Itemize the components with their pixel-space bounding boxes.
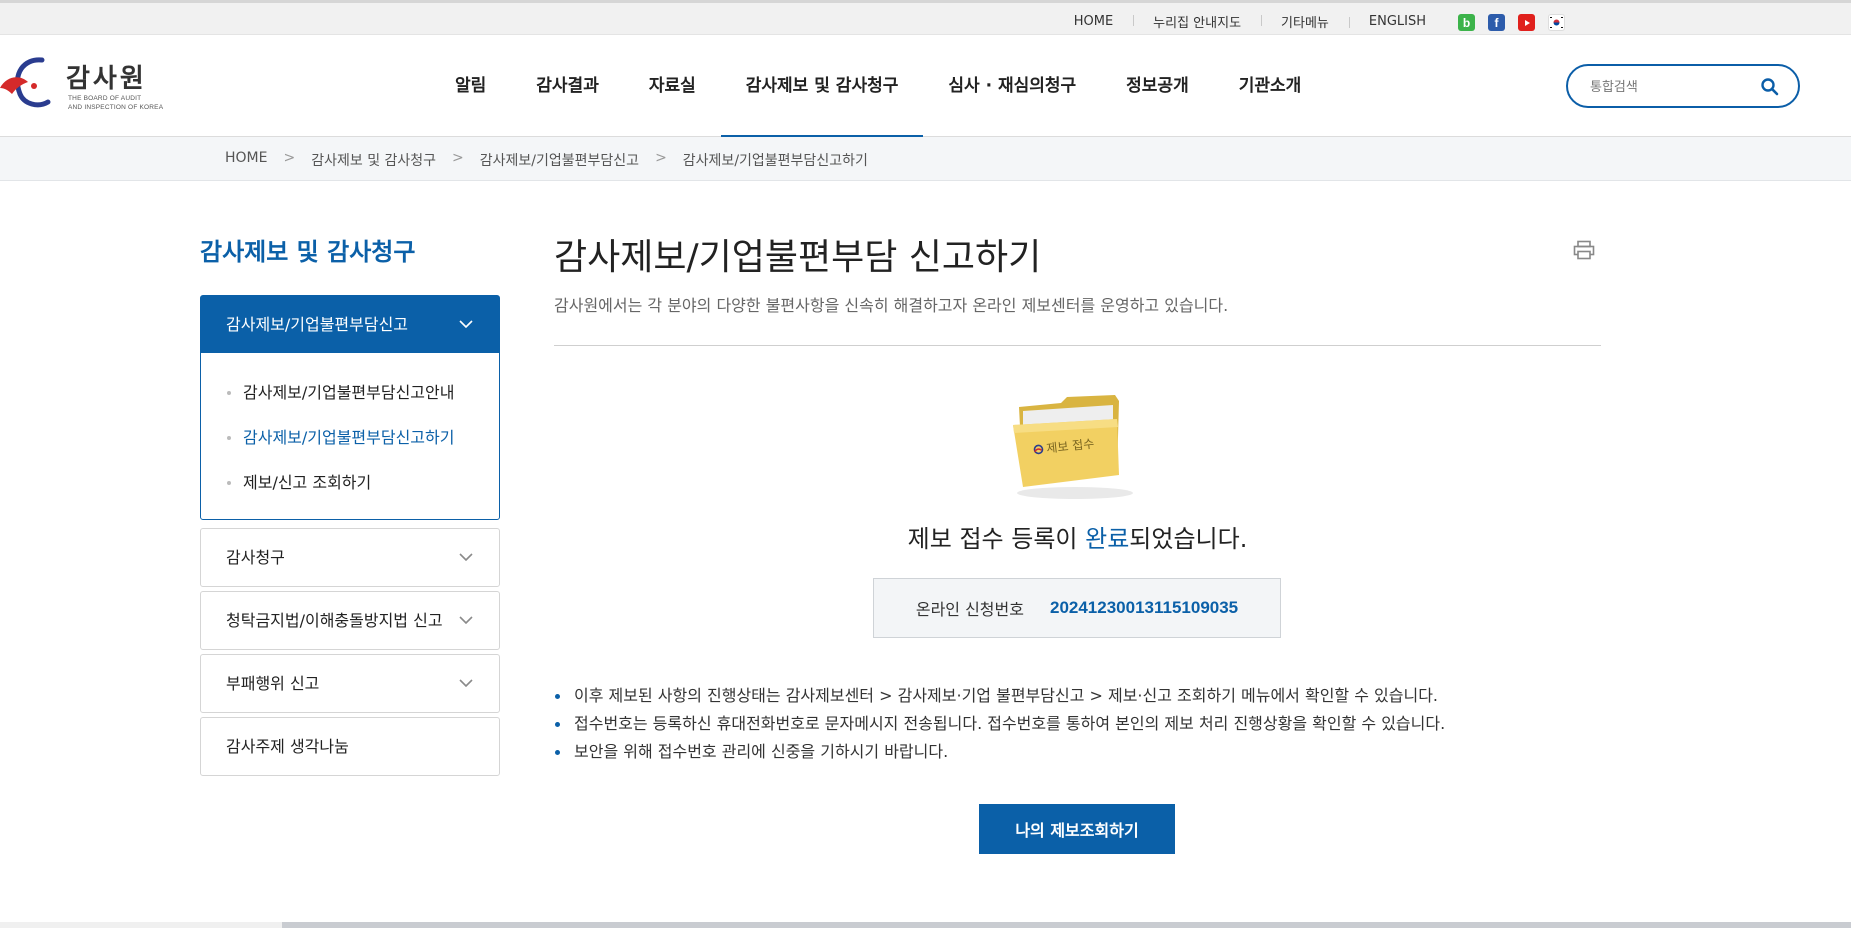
util-link-home[interactable]: HOME: [1054, 14, 1133, 29]
nav-archive[interactable]: 자료실: [624, 35, 721, 137]
utility-bar: HOME 누리집 안내지도 기타메뉴 ENGLISH b f: [0, 0, 1851, 35]
lnb-group-label: 부패행위 신고: [226, 674, 320, 693]
chevron-down-icon: [459, 553, 473, 561]
facebook-icon[interactable]: f: [1488, 14, 1505, 31]
lnb-group-ideas[interactable]: 감사주제 생각나눔: [200, 717, 500, 776]
breadcrumb-level-1[interactable]: 감사제보 및 감사청구: [311, 150, 436, 170]
my-report-lookup-button[interactable]: 나의 제보조회하기: [979, 804, 1175, 854]
breadcrumb: HOME > 감사제보 및 감사청구 > 감사제보/기업불편부담신고 > 감사제…: [225, 150, 868, 170]
list-item: 접수번호는 등록하신 휴대전화번호로 문자메시지 전송됩니다. 접수번호를 통하…: [554, 710, 1445, 738]
completion-highlight: 완료: [1085, 525, 1130, 553]
logo-emblem-icon: [0, 57, 51, 108]
utility-links: HOME 누리집 안내지도 기타메뉴 ENGLISH: [1054, 12, 1446, 31]
logo[interactable]: 감사원 THE BOARD OF AUDIT AND INSPECTION OF…: [0, 57, 170, 117]
band-icon[interactable]: b: [1458, 14, 1475, 31]
lnb-group-corruption[interactable]: 부패행위 신고: [200, 654, 500, 713]
util-link-sitemap[interactable]: 누리집 안내지도: [1133, 12, 1261, 31]
lnb-group-header: 부패행위 신고: [201, 655, 499, 712]
lnb-group-audit-request[interactable]: 감사청구: [200, 528, 500, 587]
print-icon[interactable]: [1573, 240, 1595, 260]
nav-disclosure[interactable]: 정보공개: [1101, 35, 1214, 137]
folder-icon: 제보 접수: [1013, 395, 1133, 499]
nav-report-request[interactable]: 감사제보 및 감사청구: [720, 35, 924, 137]
page-description: 감사원에서는 각 분야의 다양한 불편사항을 신속히 해결하고자 온라인 제보센…: [554, 296, 1229, 315]
util-link-english[interactable]: ENGLISH: [1348, 14, 1446, 29]
notice-list: 이후 제보된 사항의 진행상태는 감사제보센터 > 감사제보·기업 불편부담신고…: [554, 682, 1445, 766]
logo-subtitle: THE BOARD OF AUDIT AND INSPECTION OF KOR…: [68, 95, 164, 111]
application-number-value: 20241230013115109035: [1049, 598, 1239, 617]
lnb-title: 감사제보 및 감사청구: [200, 238, 416, 266]
lnb-group-header: 청탁금지법/이해충돌방지법 신고: [201, 592, 499, 649]
lnb-subitem-guide[interactable]: 감사제보/기업불편부담신고안내: [201, 370, 499, 415]
list-item: 이후 제보된 사항의 진행상태는 감사제보센터 > 감사제보·기업 불편부담신고…: [554, 682, 1445, 710]
search-icon[interactable]: [1760, 77, 1780, 97]
lnb-subitem-report[interactable]: 감사제보/기업불편부담신고하기: [201, 415, 499, 460]
lnb-submenu: 감사제보/기업불편부담신고안내 감사제보/기업불편부담신고하기 제보/신고 조회…: [201, 353, 499, 519]
lnb-group-report: 감사제보/기업불편부담신고 감사제보/기업불편부담신고안내 감사제보/기업불편부…: [200, 295, 500, 520]
breadcrumb-separator: >: [283, 150, 296, 166]
chevron-down-icon: [459, 616, 473, 624]
completion-message: 제보 접수 등록이 완료되었습니다.: [907, 525, 1248, 553]
breadcrumb-bar: HOME > 감사제보 및 감사청구 > 감사제보/기업불편부담신고 > 감사제…: [0, 137, 1851, 181]
util-link-other-menu[interactable]: 기타메뉴: [1261, 12, 1349, 31]
nav-notice[interactable]: 알림: [430, 35, 511, 137]
lnb-subitem-lookup[interactable]: 제보/신고 조회하기: [201, 460, 499, 505]
breadcrumb-separator: >: [655, 150, 667, 166]
chevron-down-icon: [459, 679, 473, 687]
breadcrumb-current[interactable]: 감사제보/기업불편부담신고하기: [683, 150, 868, 170]
lnb-group-header: 감사청구: [201, 529, 499, 586]
lnb-group-label: 감사주제 생각나눔: [226, 737, 349, 756]
scrollbar-thumb[interactable]: [282, 922, 1851, 928]
lnb-group-report-header[interactable]: 감사제보/기업불편부담신고: [201, 296, 499, 353]
breadcrumb-separator: >: [452, 150, 464, 166]
nav-review[interactable]: 심사 · 재심의청구: [923, 35, 1101, 137]
breadcrumb-level-2[interactable]: 감사제보/기업불편부담신고: [480, 150, 639, 170]
lnb-group-label: 감사제보/기업불편부담신고: [226, 315, 409, 334]
list-item: 보안을 위해 접수번호 관리에 신중을 기하시기 바랍니다.: [554, 738, 1445, 766]
search-box: [1566, 64, 1800, 108]
lnb-group-label: 청탁금지법/이해충돌방지법 신고: [226, 611, 443, 630]
korea-flag-icon[interactable]: [1548, 14, 1565, 31]
lnb-group-antigraft[interactable]: 청탁금지법/이해충돌방지법 신고: [200, 591, 500, 650]
application-number-box: 온라인 신청번호 20241230013115109035: [873, 578, 1281, 638]
page-title: 감사제보/기업불편부담 신고하기: [554, 237, 1042, 278]
youtube-icon[interactable]: [1518, 14, 1535, 31]
lnb-group-label: 감사청구: [226, 548, 285, 567]
lnb-group-header: 감사주제 생각나눔: [201, 718, 499, 775]
nav-audit-results[interactable]: 감사결과: [511, 35, 624, 137]
search-input[interactable]: [1590, 76, 1750, 98]
sns-links: b f: [1458, 14, 1565, 31]
breadcrumb-home[interactable]: HOME: [225, 150, 267, 170]
title-divider: [554, 345, 1601, 346]
horizontal-scrollbar[interactable]: [0, 922, 1851, 928]
application-number-label: 온라인 신청번호: [915, 600, 1024, 619]
nav-about[interactable]: 기관소개: [1214, 35, 1327, 137]
chevron-down-icon: [459, 320, 473, 328]
site-header: 감사원 THE BOARD OF AUDIT AND INSPECTION OF…: [0, 35, 1851, 137]
main-nav: 알림 감사결과 자료실 감사제보 및 감사청구 심사 · 재심의청구 정보공개 …: [430, 35, 1326, 137]
logo-title: 감사원: [66, 64, 147, 94]
